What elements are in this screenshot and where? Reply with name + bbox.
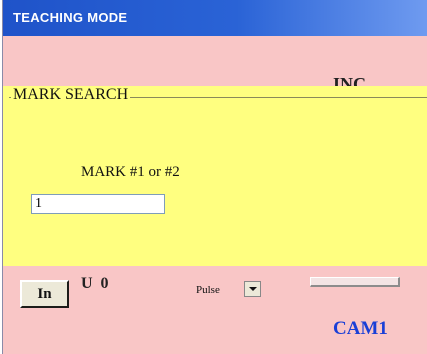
pulse-dropdown-button[interactable] — [244, 281, 261, 297]
mark-number-label: MARK #1 or #2 — [81, 164, 180, 180]
teaching-mode-window: TEACHING MODE INC MARK SEARCH MARK #1 or… — [2, 0, 427, 354]
title-bar[interactable]: TEACHING MODE — [3, 0, 427, 36]
u0-label: U 0 — [81, 275, 111, 292]
in-button[interactable]: In — [20, 280, 69, 308]
mark-search-legend: MARK SEARCH — [11, 86, 131, 104]
pulse-label: Pulse — [196, 284, 220, 296]
mark-search-panel — [3, 86, 427, 266]
window-title: TEACHING MODE — [13, 10, 128, 25]
camera-label: CAM1 — [333, 318, 388, 339]
chevron-down-icon — [249, 287, 257, 291]
mark-number-input[interactable] — [31, 194, 165, 214]
value-field[interactable] — [310, 277, 400, 287]
